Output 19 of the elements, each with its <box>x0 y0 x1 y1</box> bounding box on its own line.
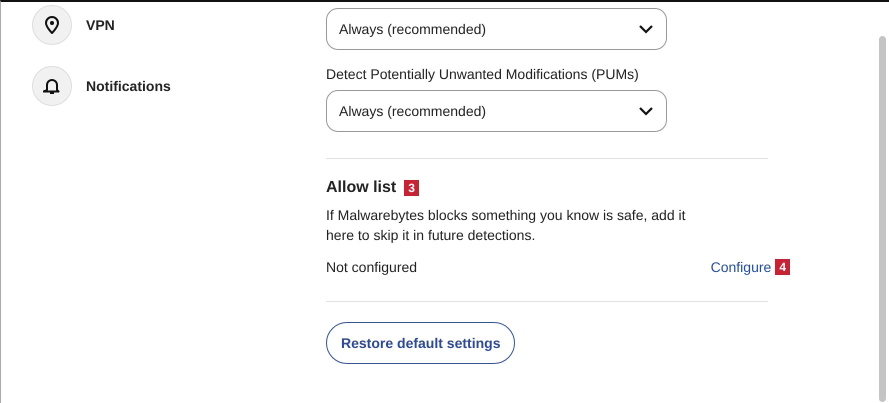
callout-badge: 3 <box>404 180 419 196</box>
icon-circle[interactable] <box>32 5 72 45</box>
section-title: Allow list <box>326 179 396 197</box>
section-description: If Malwarebytes blocks something you know is safe, add it here to skip it in future detections. <box>326 206 687 245</box>
status-text: Not configured <box>326 259 418 275</box>
sidebar-item[interactable]: Notifications <box>86 78 171 94</box>
sidebar-item[interactable]: VPN <box>86 17 115 33</box>
location-pin-icon <box>44 16 60 34</box>
dropdown[interactable]: Always (recommended) <box>326 8 667 50</box>
scrollbar[interactable] <box>879 36 886 402</box>
callout-badge: 4 <box>775 259 790 275</box>
icon-circle[interactable] <box>32 66 72 106</box>
bell-icon <box>43 77 61 95</box>
restore-button[interactable]: Restore default settings <box>326 322 516 364</box>
dropdown[interactable]: Always (recommended) <box>326 90 667 132</box>
configure-link[interactable]: Configure <box>710 259 772 275</box>
field-label: Detect Potentially Unwanted Modifications (PUMs) <box>326 66 640 82</box>
chevron-down-icon <box>638 24 654 34</box>
chevron-down-icon <box>638 106 654 116</box>
